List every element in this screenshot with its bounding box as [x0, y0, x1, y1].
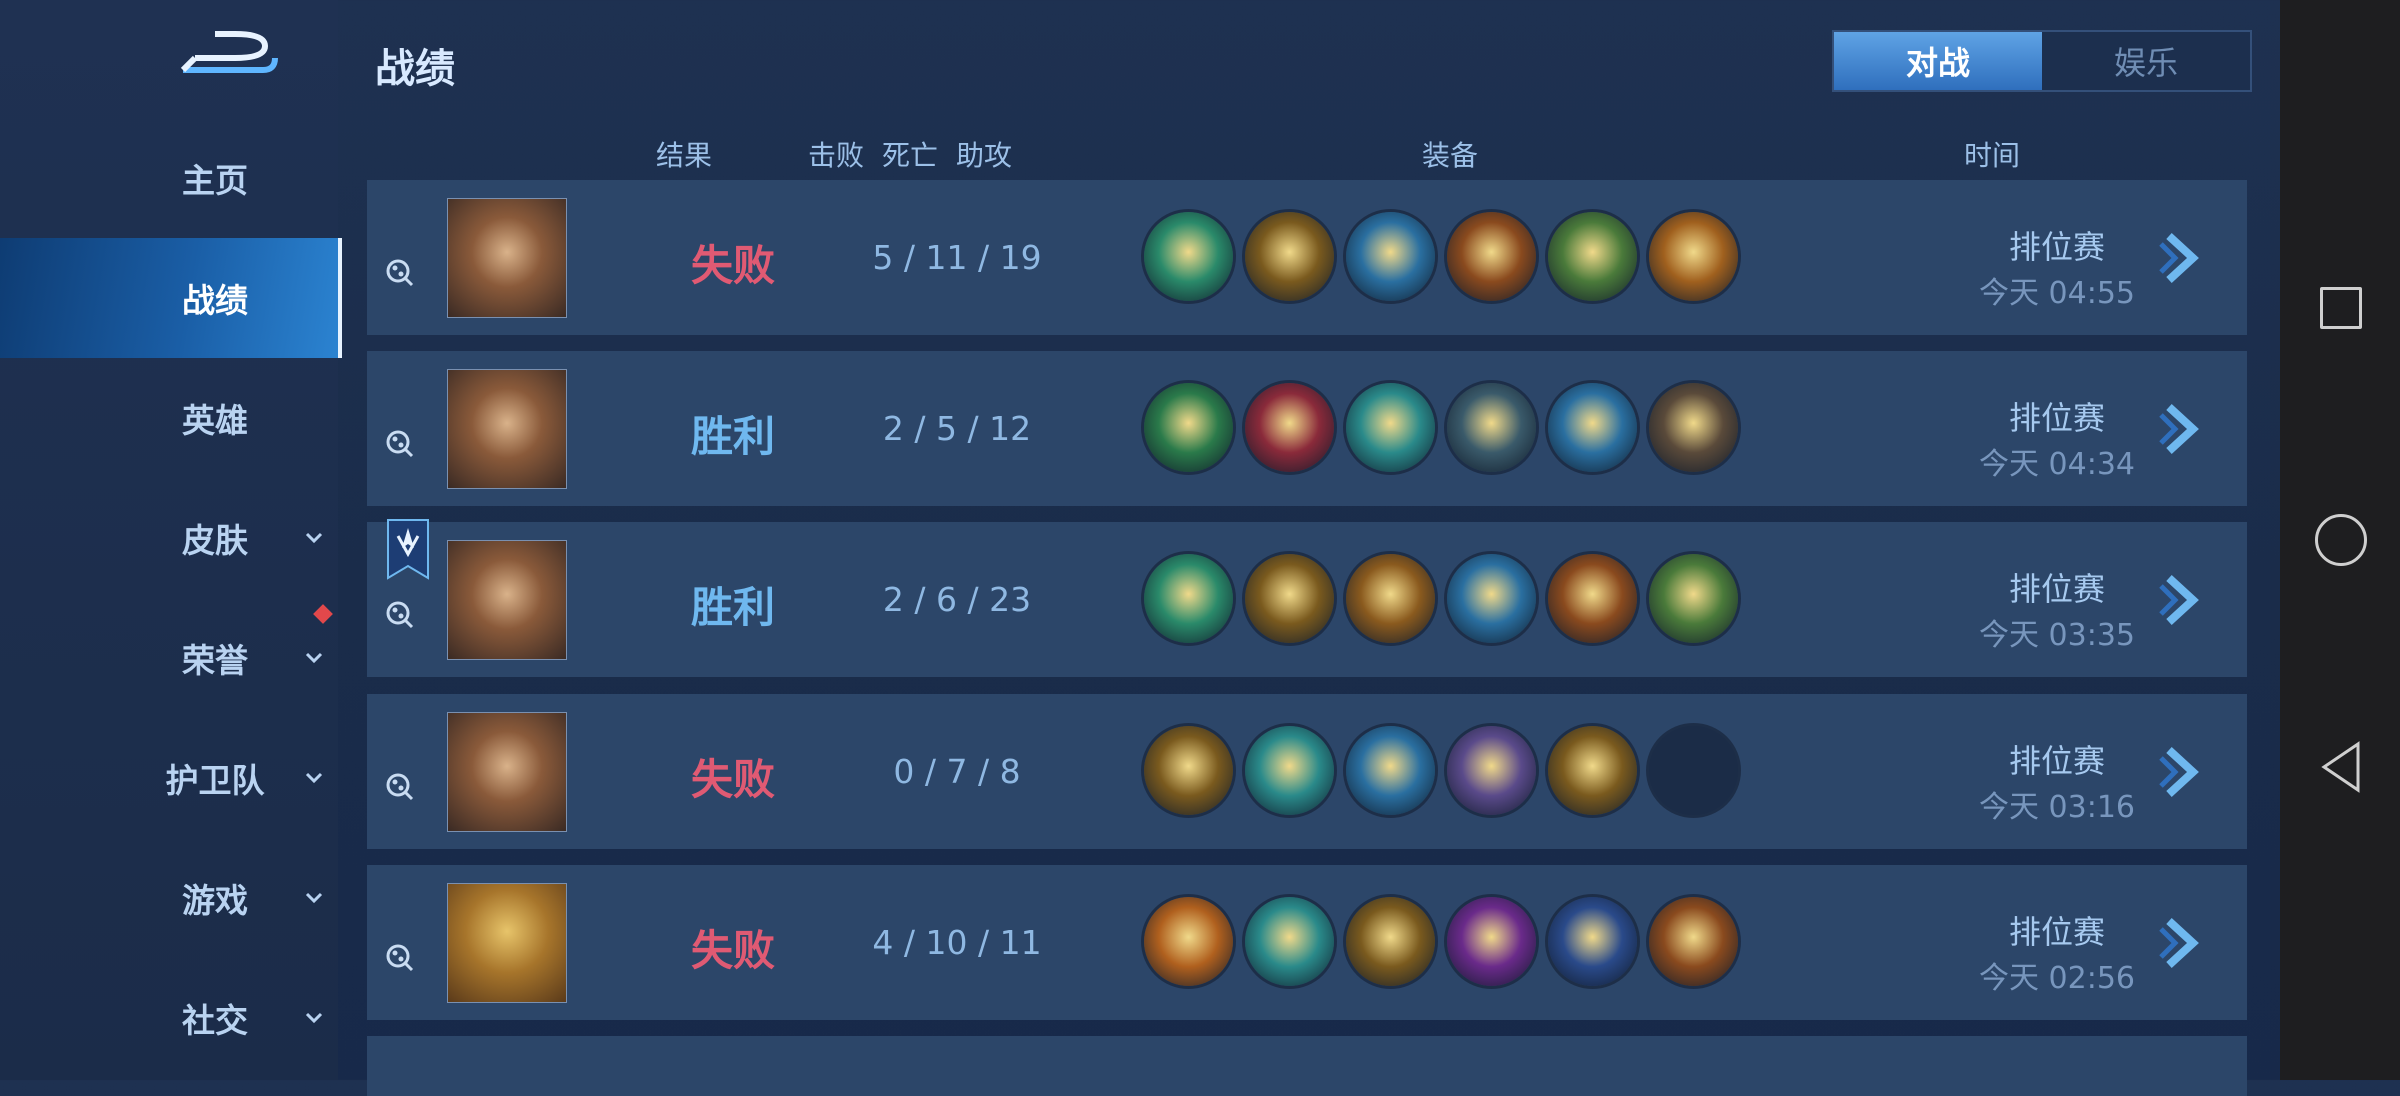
kda-stats: 2 / 5 / 12	[882, 409, 1032, 448]
hero-portrait	[447, 883, 567, 1003]
equipment-item-icon	[1245, 554, 1334, 643]
sidebar-item-label: 皮肤	[182, 521, 248, 560]
home-circle-icon[interactable]	[2315, 514, 2367, 566]
equipment-item-icon	[1245, 897, 1334, 986]
equipment-item-icon	[1447, 554, 1536, 643]
sidebar-item[interactable]: 社交	[0, 958, 338, 1078]
replay-icon[interactable]	[385, 258, 415, 288]
equipment-item-icon	[1346, 554, 1435, 643]
sidebar-item-label: 游戏	[182, 881, 248, 920]
chevron-right-icon[interactable]	[2157, 915, 2207, 971]
equipment-item-icon	[1346, 383, 1435, 472]
hero-portrait	[447, 540, 567, 660]
match-row[interactable]: 失败 4 / 10 / 11 排位赛 今天 02:56	[367, 865, 2247, 1020]
rank-banner-icon	[387, 519, 429, 580]
chevron-right-icon[interactable]	[2157, 401, 2207, 457]
match-row[interactable]: 失败 5 / 11 / 19 排位赛 今天 04:55	[367, 180, 2247, 335]
equipment-item-icon	[1649, 897, 1738, 986]
replay-icon[interactable]	[385, 772, 415, 802]
equipment-item-icon	[1144, 212, 1233, 301]
recents-square-icon[interactable]	[2320, 287, 2362, 329]
equipment-item-icon	[1144, 383, 1233, 472]
kda-stats: 0 / 7 / 8	[893, 752, 1021, 791]
sidebar-item-label: 英雄	[182, 401, 248, 440]
sidebar-item-label: 荣誉	[182, 641, 248, 680]
match-row[interactable]: 失败 0 / 7 / 8 排位赛 今天 03:16	[367, 694, 2247, 849]
equipment-item-icon	[1144, 554, 1233, 643]
sidebar-item[interactable]: 荣誉	[0, 598, 338, 718]
equipment-item-icon	[1548, 897, 1637, 986]
chevron-right-icon[interactable]	[2157, 230, 2207, 286]
sidebar-item[interactable]: 英雄	[0, 358, 338, 478]
chevron-down-icon	[305, 772, 323, 784]
equipment-item-icon	[1447, 726, 1536, 815]
equipment-item-icon	[1245, 726, 1334, 815]
chevron-down-icon	[305, 892, 323, 904]
column-kills: 击败	[808, 139, 865, 172]
sidebar-item-label: 战绩	[182, 281, 248, 320]
sidebar: 主页战绩英雄皮肤荣誉护卫队游戏社交	[0, 0, 342, 1080]
equipment-item-icon	[1144, 897, 1233, 986]
column-deaths: 死亡	[882, 139, 939, 172]
empty-item-slot	[1649, 726, 1738, 815]
kda-stats: 5 / 11 / 19	[872, 238, 1042, 277]
equipment-item-icon	[1245, 383, 1334, 472]
equipment-item-icon	[1649, 383, 1738, 472]
sidebar-item[interactable]: 皮肤	[0, 478, 338, 598]
equipment-item-icon	[1447, 212, 1536, 301]
chevron-down-icon	[305, 1012, 323, 1024]
equipment-list	[1144, 726, 1738, 815]
sidebar-item-label: 主页	[182, 161, 248, 200]
back-arrow-icon[interactable]	[175, 28, 285, 88]
replay-icon[interactable]	[385, 943, 415, 973]
equipment-list	[1144, 897, 1738, 986]
chevron-down-icon	[305, 532, 323, 544]
column-assists: 助攻	[956, 139, 1013, 172]
kda-stats: 2 / 6 / 23	[882, 580, 1032, 619]
equipment-item-icon	[1649, 554, 1738, 643]
tab-battle[interactable]: 对战	[1834, 32, 2042, 90]
equipment-item-icon	[1346, 726, 1435, 815]
equipment-item-icon	[1548, 383, 1637, 472]
match-row[interactable]: 胜利 2 / 6 / 23 排位赛 今天 03:35	[367, 522, 2247, 677]
sidebar-item[interactable]: 护卫队	[0, 718, 338, 838]
tab-entertainment[interactable]: 娱乐	[2042, 32, 2250, 90]
hero-portrait	[447, 198, 567, 318]
replay-icon[interactable]	[385, 429, 415, 459]
chevron-right-icon[interactable]	[2157, 744, 2207, 800]
equipment-item-icon	[1548, 554, 1637, 643]
match-row[interactable]: 胜利 2 / 5 / 12 排位赛 今天 04:34	[367, 351, 2247, 506]
column-result: 结果	[656, 139, 713, 172]
back-triangle-icon[interactable]	[2318, 740, 2364, 794]
equipment-item-icon	[1245, 212, 1334, 301]
replay-icon[interactable]	[385, 600, 415, 630]
equipment-list	[1144, 383, 1738, 472]
equipment-item-icon	[1447, 383, 1536, 472]
equipment-item-icon	[1548, 212, 1637, 301]
page-title: 战绩	[375, 46, 455, 92]
sidebar-item-label: 护卫队	[165, 761, 265, 800]
equipment-item-icon	[1649, 212, 1738, 301]
equipment-item-icon	[1346, 212, 1435, 301]
sidebar-item[interactable]: 游戏	[0, 838, 338, 958]
kda-stats: 4 / 10 / 11	[872, 923, 1042, 962]
equipment-item-icon	[1144, 726, 1233, 815]
sidebar-item[interactable]: 主页	[0, 118, 338, 238]
equipment-item-icon	[1447, 897, 1536, 986]
equipment-list	[1144, 554, 1738, 643]
column-equipment: 装备	[1422, 139, 1479, 172]
chevron-right-icon[interactable]	[2157, 572, 2207, 628]
mode-tabs: 对战 娱乐	[1832, 30, 2252, 92]
match-row-partial[interactable]	[367, 1036, 2247, 1096]
sidebar-item[interactable]: 战绩	[0, 238, 342, 358]
sidebar-item-label: 社交	[182, 1001, 248, 1040]
chevron-down-icon	[305, 652, 323, 664]
equipment-item-icon	[1346, 897, 1435, 986]
equipment-item-icon	[1548, 726, 1637, 815]
hero-portrait	[447, 712, 567, 832]
equipment-list	[1144, 212, 1738, 301]
column-time: 时间	[1964, 139, 2021, 172]
hero-portrait	[447, 369, 567, 489]
